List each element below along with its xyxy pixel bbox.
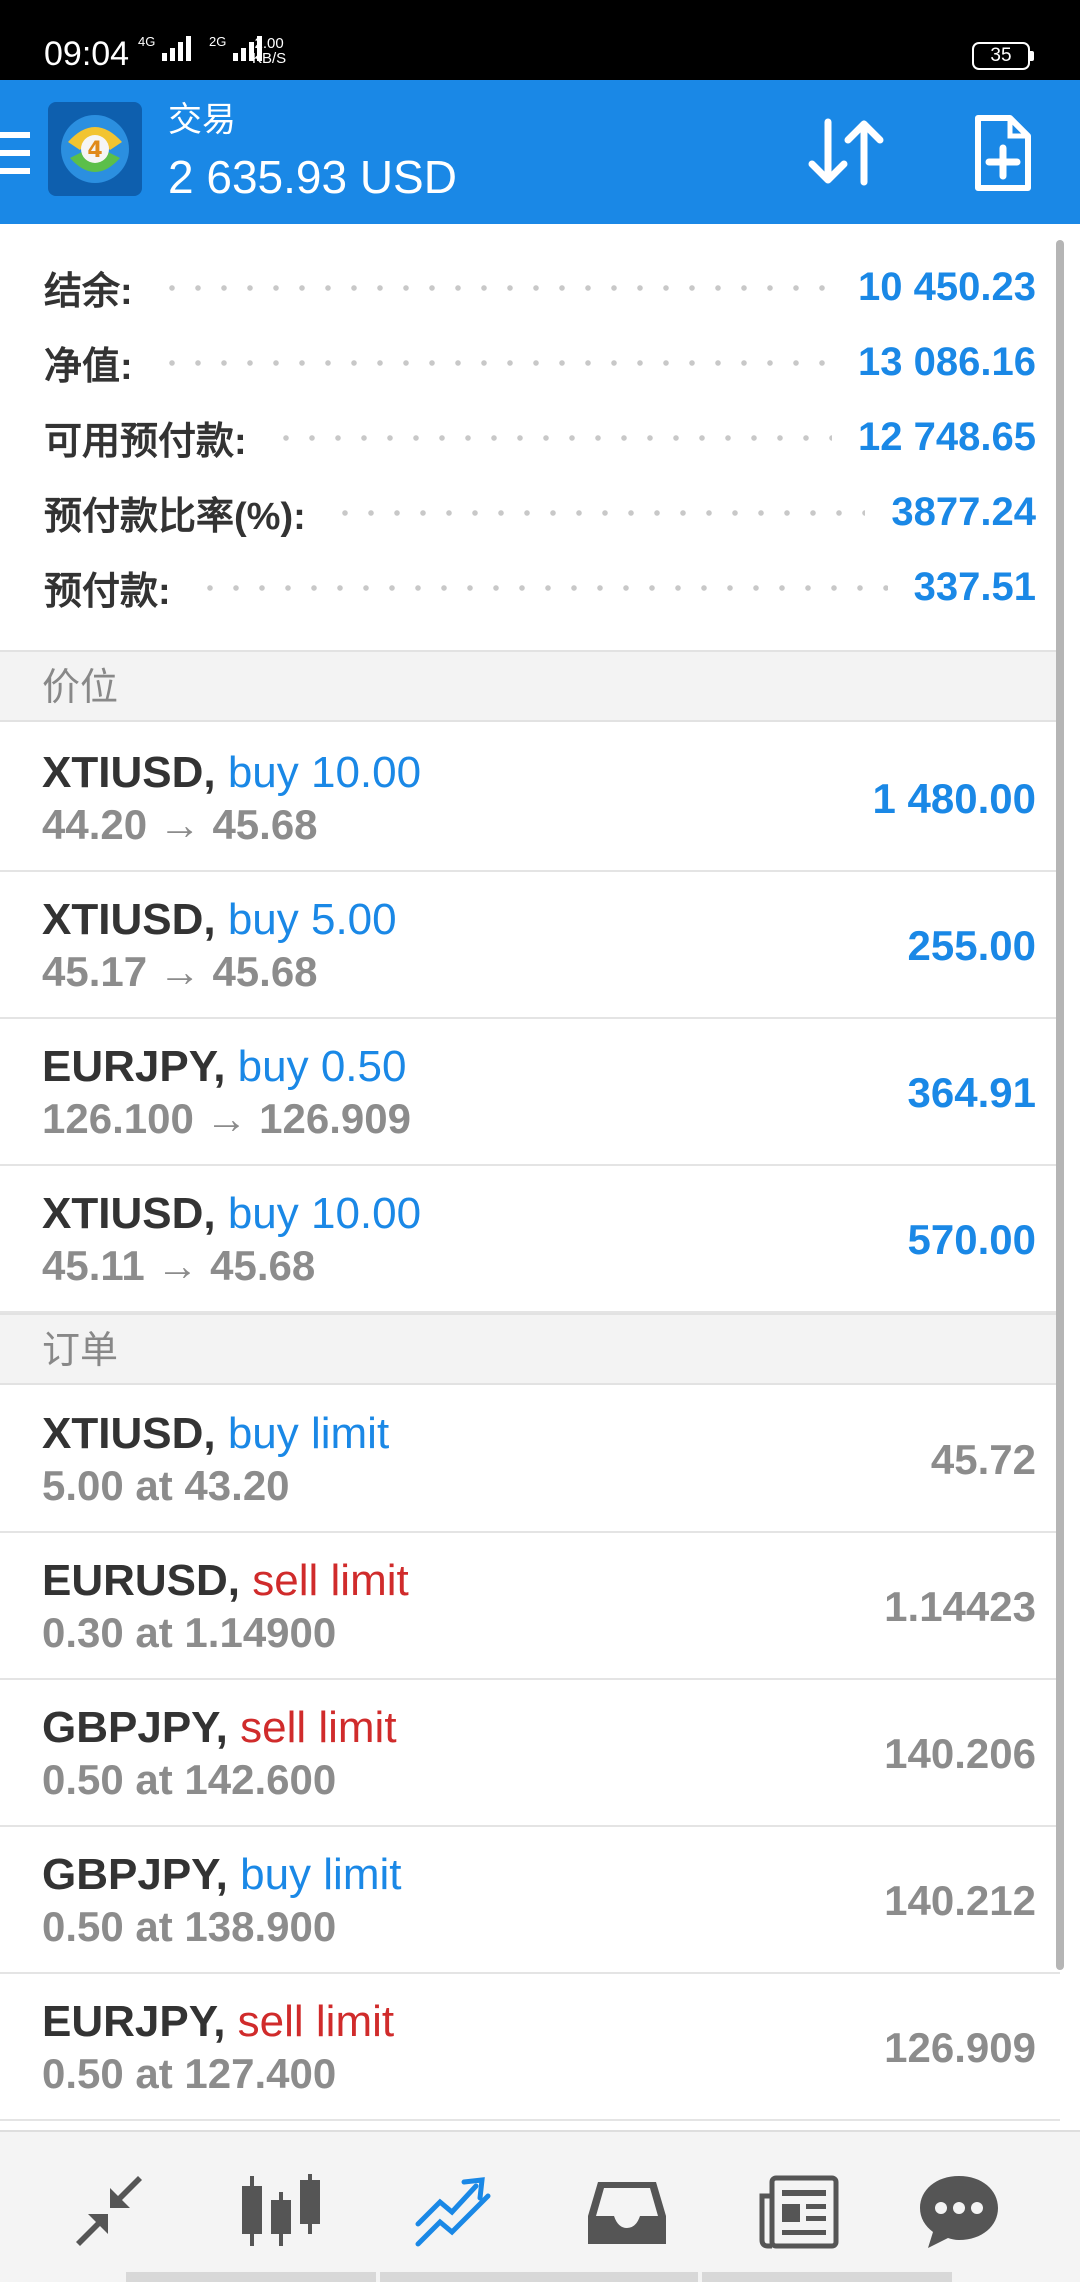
order-row[interactable]: EURUSD, sell limit 0.30 at 1.14900 1.144… — [0, 1534, 1060, 1680]
battery-icon: 35 — [972, 42, 1034, 70]
summary-margin: 预付款: 337.51 — [44, 565, 1036, 613]
position-row[interactable]: XTIUSD, buy 10.00 45.11 → 45.68 570.00 — [0, 1167, 1060, 1313]
order-row[interactable]: EURJPY, sell limit 0.50 at 127.400 126.9… — [0, 1975, 1060, 2121]
position-symbol: XTIUSD, — [42, 748, 216, 797]
nav-indicator — [380, 2272, 698, 2282]
svg-text:4: 4 — [87, 138, 102, 163]
position-row[interactable]: XTIUSD, buy 5.00 45.17 → 45.68 255.00 — [0, 873, 1060, 1019]
app-bar: 4 交易 2 635.93 USD — [0, 80, 1080, 224]
order-row[interactable]: XTIUSD, buy limit 5.00 at 43.20 45.72 — [0, 1387, 1060, 1533]
position-profit: 1 480.00 — [872, 775, 1037, 822]
quotes-icon[interactable] — [66, 2172, 152, 2250]
position-symbol: XTIUSD, — [42, 1189, 216, 1238]
order-symbol: GBPJPY, — [42, 1850, 228, 1899]
order-type: sell limit — [252, 1556, 409, 1605]
news-icon[interactable] — [756, 2172, 842, 2250]
position-profit: 570.00 — [907, 1216, 1036, 1263]
order-current-price: 1.14423 — [884, 1583, 1036, 1630]
position-profit: 255.00 — [907, 922, 1036, 969]
order-type: sell limit — [240, 1703, 397, 1752]
position-symbol: EURJPY, — [42, 1042, 226, 1091]
app-logo: 4 — [48, 102, 142, 196]
order-type: sell limit — [237, 1997, 395, 2046]
order-detail: 0.50 at 142.600 — [42, 1756, 337, 1803]
nav-indicator — [126, 2272, 376, 2282]
order-row[interactable]: GBPJPY, buy limit 0.50 at 138.900 140.21… — [0, 1828, 1060, 1974]
position-prices: 44.20 → 45.68 — [42, 801, 318, 848]
order-current-price: 140.206 — [884, 1730, 1036, 1777]
order-detail: 0.30 at 1.14900 — [42, 1609, 337, 1656]
summary-free-margin: 可用预付款: 12 748.65 — [44, 415, 1036, 463]
status-time: 09:04 — [44, 35, 130, 73]
order-symbol: GBPJPY, — [42, 1703, 228, 1752]
order-detail: 5.00 at 43.20 — [42, 1462, 290, 1509]
orders-header: 订单 — [0, 1313, 1060, 1385]
signal-4g-icon: 4G — [138, 34, 191, 61]
summary-equity: 净值: 13 086.16 — [44, 340, 1036, 388]
history-icon[interactable] — [584, 2172, 670, 2250]
trade-icon[interactable] — [410, 2172, 496, 2250]
position-prices: 45.17 → 45.68 — [42, 948, 318, 995]
status-bar: 09:04 4G 2G 2.00 KB/S 35 — [0, 0, 1080, 80]
menu-icon[interactable] — [0, 132, 30, 174]
sort-icon[interactable] — [806, 116, 886, 188]
summary-balance: 结余: 10 450.23 — [44, 265, 1036, 313]
order-current-price: 45.72 — [930, 1436, 1036, 1483]
order-detail: 0.50 at 127.400 — [42, 2050, 337, 2097]
position-side: buy 5.00 — [227, 895, 397, 944]
profit-total: 2 635.93 USD — [168, 151, 457, 203]
new-order-icon[interactable] — [972, 114, 1032, 192]
position-profit: 364.91 — [907, 1069, 1036, 1116]
order-symbol: XTIUSD, — [42, 1409, 216, 1458]
network-speed: 2.00 KB/S — [252, 35, 287, 67]
scrollbar[interactable] — [1056, 240, 1064, 1970]
bottom-nav — [0, 2130, 1080, 2282]
positions-header: 价位 — [0, 650, 1060, 722]
order-row[interactable]: GBPJPY, sell limit 0.50 at 142.600 140.2… — [0, 1681, 1060, 1827]
order-symbol: EURJPY, — [42, 1997, 226, 2046]
position-row[interactable]: EURJPY, buy 0.50 126.100 → 126.909 364.9… — [0, 1020, 1060, 1166]
position-side: buy 10.00 — [227, 1189, 422, 1238]
chat-icon[interactable] — [916, 2172, 1002, 2250]
summary-margin-level: 预付款比率(%): 3877.24 — [44, 490, 1036, 538]
order-type: buy limit — [227, 1409, 390, 1458]
nav-indicator — [702, 2272, 952, 2282]
order-type: buy limit — [240, 1850, 402, 1899]
position-side: buy 10.00 — [227, 748, 422, 797]
position-prices: 45.11 → 45.68 — [42, 1242, 316, 1289]
page-title: 交易 — [168, 101, 236, 139]
order-current-price: 126.909 — [884, 2024, 1036, 2071]
order-symbol: EURUSD, — [42, 1556, 241, 1605]
position-side: buy 0.50 — [237, 1042, 407, 1091]
position-row[interactable]: XTIUSD, buy 10.00 44.20 → 45.68 1 480.00 — [0, 726, 1060, 872]
chart-icon[interactable] — [238, 2172, 324, 2250]
signal-indicators: 4G 2G — [138, 34, 262, 61]
position-prices: 126.100 → 126.909 — [42, 1095, 411, 1142]
order-detail: 0.50 at 138.900 — [42, 1903, 337, 1950]
order-current-price: 140.212 — [884, 1877, 1036, 1924]
position-symbol: XTIUSD, — [42, 895, 216, 944]
